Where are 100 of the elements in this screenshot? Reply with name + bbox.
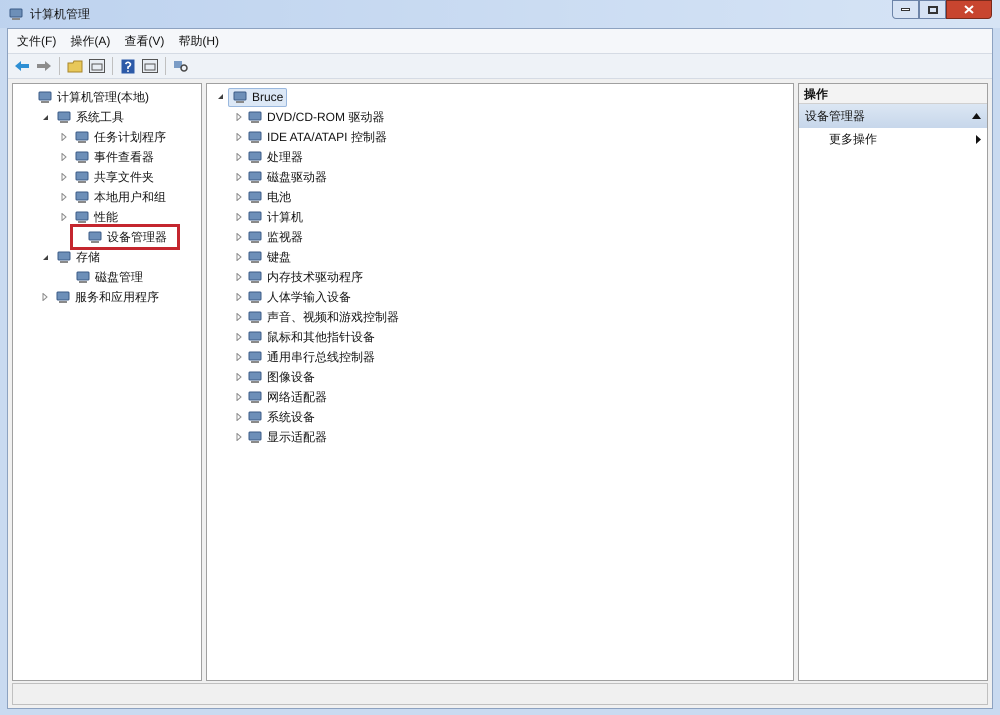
device-category[interactable]: 键盘 — [247, 248, 291, 266]
tree-item-label: 设备管理器 — [107, 229, 167, 246]
collapsed-arrow-icon[interactable] — [236, 313, 242, 321]
collapsed-arrow-icon[interactable] — [236, 233, 242, 241]
device-icon — [247, 109, 263, 125]
tree-item-label: 共享文件夹 — [94, 169, 154, 186]
collapsed-arrow-icon[interactable] — [61, 213, 67, 221]
device-icon — [247, 189, 263, 205]
pane-icon — [142, 59, 158, 73]
tree-item[interactable]: 系统工具 — [54, 107, 126, 127]
actions-header: 操作 — [799, 84, 987, 104]
collapsed-arrow-icon[interactable] — [61, 173, 67, 181]
expanded-arrow-icon[interactable] — [217, 93, 224, 101]
expanded-arrow-icon[interactable] — [42, 114, 49, 120]
tree-item[interactable]: 服务和应用程序 — [53, 287, 161, 307]
device-icon — [247, 289, 263, 305]
collapsed-arrow-icon[interactable] — [236, 113, 242, 121]
device-icon — [247, 309, 263, 325]
tree-node-icon — [55, 289, 71, 305]
action-pane-button[interactable] — [140, 56, 160, 76]
maximize-button[interactable] — [919, 0, 946, 19]
window-title: 计算机管理 — [30, 6, 90, 23]
tree-node-icon — [87, 229, 103, 245]
menu-item[interactable]: 帮助(H) — [173, 32, 224, 50]
tree-item[interactable]: 任务计划程序 — [72, 127, 168, 147]
action-item[interactable]: 更多操作 — [799, 128, 987, 150]
tree-item[interactable]: 磁盘管理 — [73, 267, 145, 287]
collapsed-arrow-icon[interactable] — [236, 353, 242, 361]
tree-node-icon — [56, 109, 72, 125]
tree-item-label: 服务和应用程序 — [75, 289, 159, 306]
collapsed-arrow-icon[interactable] — [236, 213, 242, 221]
device-category[interactable]: 鼠标和其他指针设备 — [247, 328, 375, 346]
tree-item[interactable]: 存储 — [54, 247, 102, 267]
collapsed-arrow-icon[interactable] — [61, 133, 67, 141]
device-category[interactable]: 图像设备 — [247, 368, 315, 386]
computer-management-icon — [8, 6, 24, 22]
tree-item-label: 磁盘管理 — [95, 269, 143, 286]
device-icon — [247, 409, 263, 425]
collapsed-arrow-icon[interactable] — [236, 253, 242, 261]
device-icon — [247, 429, 263, 445]
collapsed-arrow-icon[interactable] — [61, 193, 67, 201]
device-category[interactable]: 网络适配器 — [247, 388, 327, 406]
tree-item[interactable]: 事件查看器 — [72, 147, 156, 167]
device-category[interactable]: 声音、视频和游戏控制器 — [247, 308, 399, 326]
tree-item[interactable]: 设备管理器 — [73, 227, 177, 247]
collapsed-arrow-icon[interactable] — [236, 193, 242, 201]
device-category[interactable]: 处理器 — [247, 148, 303, 166]
expanded-arrow-icon[interactable] — [42, 254, 49, 260]
device-icon — [247, 229, 263, 245]
collapse-arrow-icon — [972, 113, 981, 119]
menu-item[interactable]: 查看(V) — [119, 32, 170, 50]
tree-item-label: 存储 — [76, 249, 100, 266]
collapsed-arrow-icon[interactable] — [236, 273, 242, 281]
collapsed-arrow-icon[interactable] — [236, 373, 242, 381]
device-category[interactable]: 计算机 — [247, 208, 303, 226]
collapsed-arrow-icon[interactable] — [236, 173, 242, 181]
close-button[interactable] — [946, 0, 992, 19]
device-category[interactable]: 电池 — [247, 188, 291, 206]
device-icon — [247, 169, 263, 185]
tree-item[interactable]: 共享文件夹 — [72, 167, 156, 187]
tree-node-icon — [74, 209, 90, 225]
collapsed-arrow-icon[interactable] — [236, 433, 242, 441]
forward-arrow-icon — [36, 60, 52, 72]
tree-item[interactable]: 计算机管理(本地) — [35, 87, 151, 107]
device-category[interactable]: 系统设备 — [247, 408, 315, 426]
actions-section-header[interactable]: 设备管理器 — [799, 104, 987, 128]
monitor-search-icon — [173, 58, 189, 74]
device-icon — [247, 149, 263, 165]
collapsed-arrow-icon[interactable] — [61, 153, 67, 161]
collapsed-arrow-icon[interactable] — [236, 293, 242, 301]
tree-node-icon — [75, 269, 91, 285]
device-category[interactable]: DVD/CD-ROM 驱动器 — [247, 108, 384, 126]
tree-item[interactable]: 性能 — [72, 207, 120, 227]
device-category[interactable]: 内存技术驱动程序 — [247, 268, 363, 286]
tree-node-icon — [74, 129, 90, 145]
device-category[interactable]: IDE ATA/ATAPI 控制器 — [247, 128, 387, 146]
collapsed-arrow-icon[interactable] — [236, 393, 242, 401]
computer-icon — [232, 89, 248, 105]
pane-icon — [89, 59, 105, 73]
device-category[interactable]: 显示适配器 — [247, 428, 327, 446]
device-category[interactable]: 监视器 — [247, 228, 303, 246]
device-icon — [247, 329, 263, 345]
minimize-button[interactable] — [892, 0, 919, 19]
collapsed-arrow-icon[interactable] — [236, 413, 242, 421]
menu-item[interactable]: 文件(F) — [12, 32, 62, 50]
device-category[interactable]: 人体学输入设备 — [247, 288, 351, 306]
menu-item[interactable]: 操作(A) — [65, 32, 116, 50]
computer-node[interactable]: Bruce — [228, 88, 288, 106]
collapsed-arrow-icon[interactable] — [236, 153, 242, 161]
tree-node-icon — [74, 189, 90, 205]
tree-node-icon — [74, 149, 90, 165]
tree-item-label: 系统工具 — [76, 109, 124, 126]
collapsed-arrow-icon[interactable] — [42, 293, 48, 301]
device-icon — [247, 209, 263, 225]
toggle-pane-button[interactable] — [87, 56, 107, 76]
collapsed-arrow-icon[interactable] — [236, 133, 242, 141]
tree-item[interactable]: 本地用户和组 — [72, 187, 168, 207]
device-category[interactable]: 通用串行总线控制器 — [247, 348, 375, 366]
collapsed-arrow-icon[interactable] — [236, 333, 242, 341]
device-category[interactable]: 磁盘驱动器 — [247, 168, 327, 186]
